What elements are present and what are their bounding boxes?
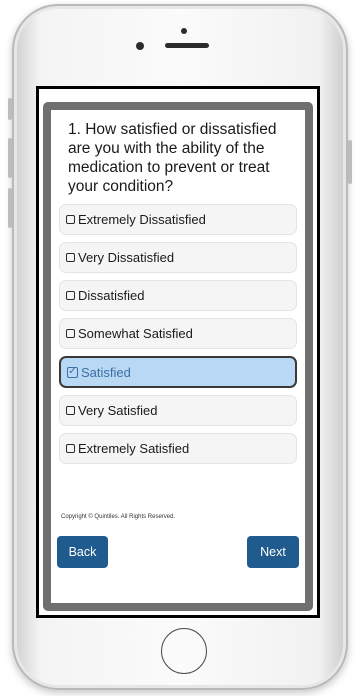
next-button[interactable]: Next [247,536,299,568]
volume-button [8,188,12,228]
volume-button [8,98,12,120]
option-extremely-dissatisfied[interactable]: Extremely Dissatisfied [59,204,297,235]
survey-frame: 1. How satisfied or dissatisfied are you… [43,102,313,611]
option-very-dissatisfied[interactable]: Very Dissatisfied [59,242,297,273]
option-label: Extremely Dissatisfied [78,212,206,227]
front-sensor-icon [136,42,144,50]
home-button[interactable] [161,628,207,674]
power-button [348,140,352,184]
option-somewhat-satisfied[interactable]: Somewhat Satisfied [59,318,297,349]
screen-content: 1. How satisfied or dissatisfied are you… [39,89,317,615]
option-label: Very Satisfied [78,403,158,418]
question-text: 1. How satisfied or dissatisfied are you… [68,121,277,195]
survey-card: 1. How satisfied or dissatisfied are you… [51,110,305,603]
speaker-grille [165,43,209,48]
answer-options: Extremely Dissatisfied Very Dissatisfied… [59,204,297,464]
option-label: Somewhat Satisfied [78,326,193,341]
option-satisfied[interactable]: ✓ Satisfied [59,356,297,388]
phone-screen: 1. How satisfied or dissatisfied are you… [36,86,320,618]
back-button[interactable]: Back [57,536,108,568]
option-very-satisfied[interactable]: Very Satisfied [59,395,297,426]
checkbox-empty-icon[interactable] [66,215,75,224]
camera-icon [181,28,187,34]
volume-button [8,138,12,178]
option-label: Dissatisfied [78,288,145,303]
option-label: Very Dissatisfied [78,250,175,265]
option-label: Extremely Satisfied [78,441,190,456]
checkbox-empty-icon[interactable] [66,444,75,453]
option-extremely-satisfied[interactable]: Extremely Satisfied [59,433,297,464]
checkbox-empty-icon[interactable] [66,253,75,262]
copyright-text: Copyright © Quintiles. All Rights Reserv… [61,514,176,520]
checkbox-empty-icon[interactable] [66,291,75,300]
option-dissatisfied[interactable]: Dissatisfied [59,280,297,311]
checkbox-checked-icon[interactable]: ✓ [67,366,78,378]
checkbox-empty-icon[interactable] [66,406,75,415]
checkbox-empty-icon[interactable] [66,329,75,338]
option-label: Satisfied [81,364,131,380]
